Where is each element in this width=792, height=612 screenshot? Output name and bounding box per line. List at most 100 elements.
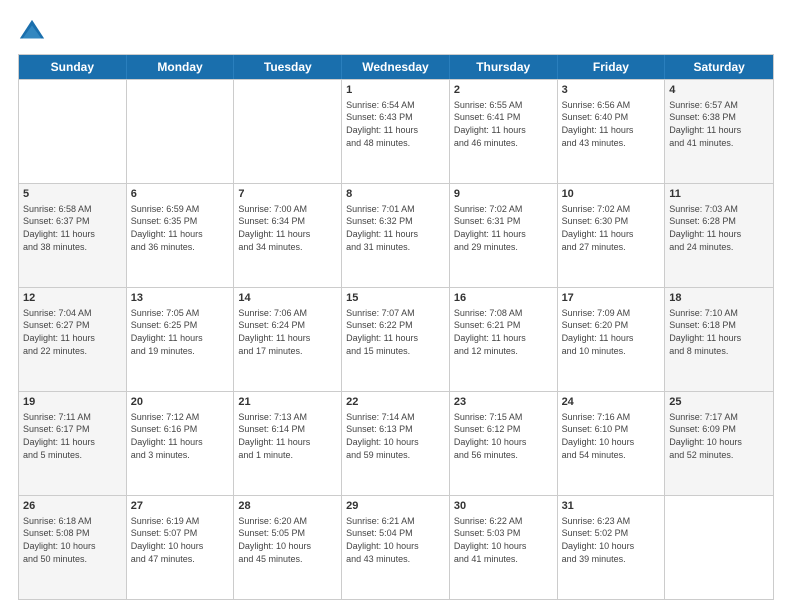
day-number: 10 [562,187,661,202]
day-cell-1: 1Sunrise: 6:54 AMSunset: 6:43 PMDaylight… [342,80,450,183]
day-info: Sunrise: 6:20 AMSunset: 5:05 PMDaylight:… [238,515,337,565]
header-day-friday: Friday [558,55,666,79]
day-info: Sunrise: 7:02 AMSunset: 6:30 PMDaylight:… [562,203,661,253]
day-number: 19 [23,395,122,410]
empty-cell [19,80,127,183]
day-cell-7: 7Sunrise: 7:00 AMSunset: 6:34 PMDaylight… [234,184,342,287]
day-number: 7 [238,187,337,202]
empty-cell [127,80,235,183]
day-number: 11 [669,187,769,202]
day-number: 3 [562,83,661,98]
day-number: 1 [346,83,445,98]
day-number: 17 [562,291,661,306]
day-cell-26: 26Sunrise: 6:18 AMSunset: 5:08 PMDayligh… [19,496,127,599]
day-cell-29: 29Sunrise: 6:21 AMSunset: 5:04 PMDayligh… [342,496,450,599]
calendar-body: 1Sunrise: 6:54 AMSunset: 6:43 PMDaylight… [19,79,773,599]
day-cell-22: 22Sunrise: 7:14 AMSunset: 6:13 PMDayligh… [342,392,450,495]
day-cell-20: 20Sunrise: 7:12 AMSunset: 6:16 PMDayligh… [127,392,235,495]
day-number: 22 [346,395,445,410]
day-cell-12: 12Sunrise: 7:04 AMSunset: 6:27 PMDayligh… [19,288,127,391]
day-number: 6 [131,187,230,202]
day-cell-31: 31Sunrise: 6:23 AMSunset: 5:02 PMDayligh… [558,496,666,599]
day-number: 21 [238,395,337,410]
day-number: 26 [23,499,122,514]
day-info: Sunrise: 7:07 AMSunset: 6:22 PMDaylight:… [346,307,445,357]
day-number: 9 [454,187,553,202]
day-info: Sunrise: 7:15 AMSunset: 6:12 PMDaylight:… [454,411,553,461]
day-cell-27: 27Sunrise: 6:19 AMSunset: 5:07 PMDayligh… [127,496,235,599]
header-day-monday: Monday [127,55,235,79]
header-day-sunday: Sunday [19,55,127,79]
day-number: 20 [131,395,230,410]
calendar-header-row: SundayMondayTuesdayWednesdayThursdayFrid… [19,55,773,79]
header-day-wednesday: Wednesday [342,55,450,79]
day-info: Sunrise: 7:03 AMSunset: 6:28 PMDaylight:… [669,203,769,253]
day-info: Sunrise: 7:00 AMSunset: 6:34 PMDaylight:… [238,203,337,253]
day-cell-21: 21Sunrise: 7:13 AMSunset: 6:14 PMDayligh… [234,392,342,495]
day-cell-8: 8Sunrise: 7:01 AMSunset: 6:32 PMDaylight… [342,184,450,287]
empty-cell [665,496,773,599]
day-number: 16 [454,291,553,306]
day-cell-17: 17Sunrise: 7:09 AMSunset: 6:20 PMDayligh… [558,288,666,391]
day-cell-25: 25Sunrise: 7:17 AMSunset: 6:09 PMDayligh… [665,392,773,495]
logo [18,18,50,46]
week-row-1: 1Sunrise: 6:54 AMSunset: 6:43 PMDaylight… [19,79,773,183]
day-info: Sunrise: 7:05 AMSunset: 6:25 PMDaylight:… [131,307,230,357]
day-info: Sunrise: 6:22 AMSunset: 5:03 PMDaylight:… [454,515,553,565]
day-info: Sunrise: 6:56 AMSunset: 6:40 PMDaylight:… [562,99,661,149]
day-number: 5 [23,187,122,202]
week-row-2: 5Sunrise: 6:58 AMSunset: 6:37 PMDaylight… [19,183,773,287]
day-cell-30: 30Sunrise: 6:22 AMSunset: 5:03 PMDayligh… [450,496,558,599]
empty-cell [234,80,342,183]
day-info: Sunrise: 7:08 AMSunset: 6:21 PMDaylight:… [454,307,553,357]
day-info: Sunrise: 7:10 AMSunset: 6:18 PMDaylight:… [669,307,769,357]
day-info: Sunrise: 7:01 AMSunset: 6:32 PMDaylight:… [346,203,445,253]
day-number: 25 [669,395,769,410]
day-cell-13: 13Sunrise: 7:05 AMSunset: 6:25 PMDayligh… [127,288,235,391]
day-info: Sunrise: 6:21 AMSunset: 5:04 PMDaylight:… [346,515,445,565]
day-cell-4: 4Sunrise: 6:57 AMSunset: 6:38 PMDaylight… [665,80,773,183]
day-number: 31 [562,499,661,514]
day-info: Sunrise: 6:55 AMSunset: 6:41 PMDaylight:… [454,99,553,149]
day-number: 14 [238,291,337,306]
logo-icon [18,18,46,46]
day-info: Sunrise: 6:57 AMSunset: 6:38 PMDaylight:… [669,99,769,149]
calendar: SundayMondayTuesdayWednesdayThursdayFrid… [18,54,774,600]
day-cell-3: 3Sunrise: 6:56 AMSunset: 6:40 PMDaylight… [558,80,666,183]
day-info: Sunrise: 6:18 AMSunset: 5:08 PMDaylight:… [23,515,122,565]
day-number: 30 [454,499,553,514]
day-cell-6: 6Sunrise: 6:59 AMSunset: 6:35 PMDaylight… [127,184,235,287]
day-info: Sunrise: 6:54 AMSunset: 6:43 PMDaylight:… [346,99,445,149]
day-info: Sunrise: 7:12 AMSunset: 6:16 PMDaylight:… [131,411,230,461]
day-number: 24 [562,395,661,410]
day-cell-24: 24Sunrise: 7:16 AMSunset: 6:10 PMDayligh… [558,392,666,495]
day-cell-19: 19Sunrise: 7:11 AMSunset: 6:17 PMDayligh… [19,392,127,495]
header-day-tuesday: Tuesday [234,55,342,79]
calendar-page: SundayMondayTuesdayWednesdayThursdayFrid… [0,0,792,612]
day-info: Sunrise: 6:19 AMSunset: 5:07 PMDaylight:… [131,515,230,565]
day-cell-10: 10Sunrise: 7:02 AMSunset: 6:30 PMDayligh… [558,184,666,287]
week-row-4: 19Sunrise: 7:11 AMSunset: 6:17 PMDayligh… [19,391,773,495]
day-number: 23 [454,395,553,410]
day-cell-18: 18Sunrise: 7:10 AMSunset: 6:18 PMDayligh… [665,288,773,391]
day-cell-15: 15Sunrise: 7:07 AMSunset: 6:22 PMDayligh… [342,288,450,391]
day-cell-14: 14Sunrise: 7:06 AMSunset: 6:24 PMDayligh… [234,288,342,391]
day-cell-16: 16Sunrise: 7:08 AMSunset: 6:21 PMDayligh… [450,288,558,391]
day-cell-2: 2Sunrise: 6:55 AMSunset: 6:41 PMDaylight… [450,80,558,183]
day-number: 13 [131,291,230,306]
day-cell-9: 9Sunrise: 7:02 AMSunset: 6:31 PMDaylight… [450,184,558,287]
day-cell-5: 5Sunrise: 6:58 AMSunset: 6:37 PMDaylight… [19,184,127,287]
day-number: 12 [23,291,122,306]
day-number: 2 [454,83,553,98]
day-info: Sunrise: 7:14 AMSunset: 6:13 PMDaylight:… [346,411,445,461]
day-cell-11: 11Sunrise: 7:03 AMSunset: 6:28 PMDayligh… [665,184,773,287]
day-info: Sunrise: 7:02 AMSunset: 6:31 PMDaylight:… [454,203,553,253]
day-info: Sunrise: 7:16 AMSunset: 6:10 PMDaylight:… [562,411,661,461]
day-number: 28 [238,499,337,514]
day-info: Sunrise: 6:58 AMSunset: 6:37 PMDaylight:… [23,203,122,253]
day-number: 4 [669,83,769,98]
day-cell-23: 23Sunrise: 7:15 AMSunset: 6:12 PMDayligh… [450,392,558,495]
header-day-saturday: Saturday [665,55,773,79]
day-number: 8 [346,187,445,202]
day-info: Sunrise: 7:09 AMSunset: 6:20 PMDaylight:… [562,307,661,357]
